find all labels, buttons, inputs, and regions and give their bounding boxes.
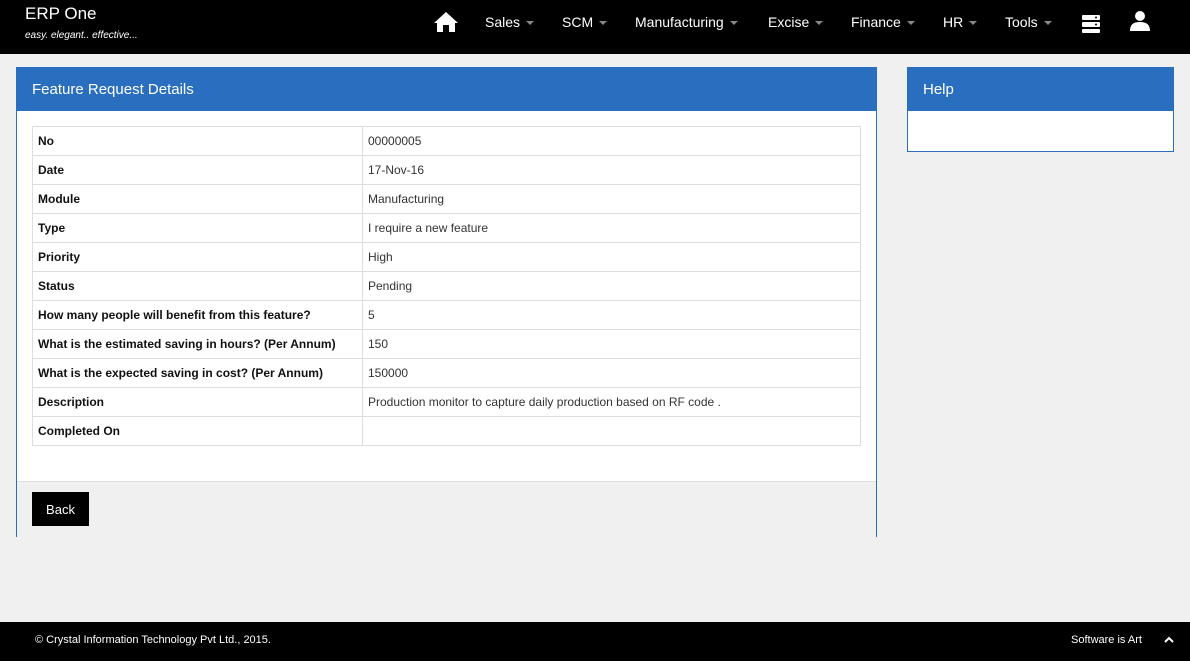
table-row: Description Production monitor to capture… — [32, 387, 861, 417]
brand[interactable]: ERP One easy. elegant.. effective... — [25, 4, 138, 41]
nav-excise-label: Excise — [768, 14, 810, 30]
home-icon[interactable] — [433, 11, 459, 33]
detail-value: 17-Nov-16 — [362, 155, 861, 185]
panel-body: No 00000005 Date 17-Nov-16 Module Manufacturi… — [17, 111, 876, 481]
back-button[interactable]: Back — [32, 492, 89, 526]
detail-value: Pending — [362, 271, 861, 301]
detail-label: Status — [32, 271, 363, 301]
table-row: What is the estimated saving in hours? (… — [32, 329, 861, 359]
detail-label: What is the estimated saving in hours? (… — [32, 329, 363, 359]
detail-label: Description — [32, 387, 363, 417]
detail-value: 00000005 — [362, 126, 861, 156]
detail-label: How many people will benefit from this f… — [32, 300, 363, 330]
feature-request-panel: Feature Request Details No 00000005 Date 17… — [16, 67, 877, 537]
detail-label: What is the expected saving in cost? (Pe… — [32, 358, 363, 388]
detail-value: 150 — [362, 329, 861, 359]
help-title: Help — [908, 68, 1173, 111]
nav-scm[interactable]: SCM — [562, 14, 608, 30]
panel-footer: Back — [17, 481, 876, 537]
chevron-down-icon — [729, 21, 738, 26]
table-row: How many people will benefit from this f… — [32, 300, 861, 330]
chevron-down-icon — [1043, 21, 1052, 26]
table-row: Module Manufacturing — [32, 184, 861, 214]
detail-value: 150000 — [362, 358, 861, 388]
nav-finance-label: Finance — [851, 14, 901, 30]
detail-label: Priority — [32, 242, 363, 272]
chevron-down-icon — [526, 21, 535, 26]
slogan-text: Software is Art — [1071, 634, 1142, 646]
nav-sales[interactable]: Sales — [485, 14, 535, 30]
detail-value: High — [362, 242, 861, 272]
detail-value: 5 — [362, 300, 861, 330]
nav-sales-label: Sales — [485, 14, 521, 30]
brand-tagline: easy. elegant.. effective... — [25, 30, 138, 41]
chevron-up-icon[interactable] — [1163, 634, 1175, 646]
detail-value: I require a new feature — [362, 213, 861, 243]
panel-title: Feature Request Details — [17, 68, 876, 111]
chevron-down-icon — [969, 21, 978, 26]
table-row: Status Pending — [32, 271, 861, 301]
nav-manufacturing-label: Manufacturing — [635, 14, 724, 30]
brand-title: ERP One — [25, 4, 97, 23]
nav-finance[interactable]: Finance — [851, 14, 915, 30]
detail-value: Production monitor to capture daily prod… — [362, 387, 861, 417]
detail-label: Module — [32, 184, 363, 214]
chevron-down-icon — [906, 21, 915, 26]
table-row: Completed On — [32, 416, 861, 446]
detail-label: Completed On — [32, 416, 363, 446]
chevron-down-icon — [599, 21, 608, 26]
table-row: Date 17-Nov-16 — [32, 155, 861, 185]
chevron-down-icon — [815, 21, 824, 26]
detail-label: No — [32, 126, 363, 156]
user-icon[interactable] — [1129, 10, 1151, 32]
table-row: Priority High — [32, 242, 861, 272]
page-footer: © Crystal Information Technology Pvt Ltd… — [0, 622, 1190, 661]
help-panel: Help — [907, 67, 1174, 152]
detail-value: Manufacturing — [362, 184, 861, 214]
copyright-text: © Crystal Information Technology Pvt Ltd… — [35, 634, 271, 646]
table-row: Type I require a new feature — [32, 213, 861, 243]
detail-value — [362, 416, 861, 446]
top-navbar: ERP One easy. elegant.. effective... Sal… — [0, 0, 1190, 54]
server-icon[interactable] — [1081, 14, 1101, 34]
nav-hr-label: HR — [943, 14, 964, 30]
details-table: No 00000005 Date 17-Nov-16 Module Manufacturi… — [32, 126, 861, 446]
table-row: What is the expected saving in cost? (Pe… — [32, 358, 861, 388]
nav-scm-label: SCM — [562, 14, 594, 30]
nav-manufacturing[interactable]: Manufacturing — [635, 14, 738, 30]
detail-label: Date — [32, 155, 363, 185]
nav-excise[interactable]: Excise — [768, 14, 824, 30]
nav-tools[interactable]: Tools — [1005, 14, 1052, 30]
detail-label: Type — [32, 213, 363, 243]
nav-tools-label: Tools — [1005, 14, 1038, 30]
nav-hr[interactable]: HR — [943, 14, 978, 30]
table-row: No 00000005 — [32, 126, 861, 156]
